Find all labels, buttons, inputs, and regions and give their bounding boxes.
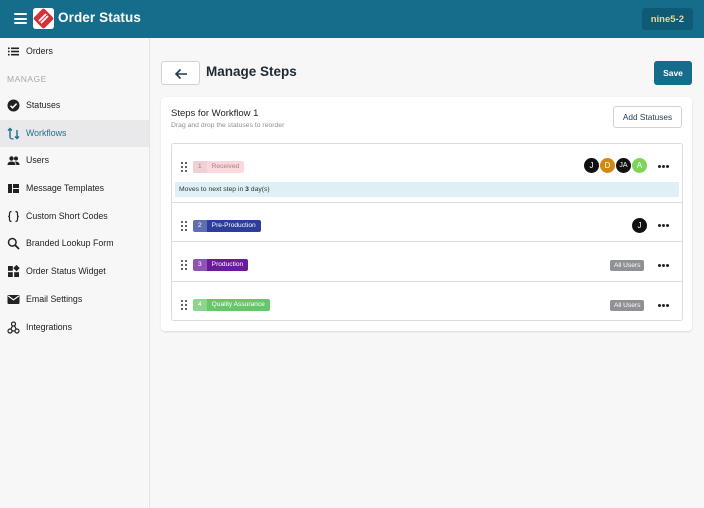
- info-suffix: day(s): [248, 186, 270, 193]
- menu-icon[interactable]: [14, 13, 27, 24]
- sidebar-item-statuses[interactable]: Statuses: [0, 92, 149, 119]
- sidebar-item-custom-short-codes[interactable]: Custom Short Codes: [0, 203, 149, 230]
- sidebar-item-label: Branded Lookup Form: [26, 238, 114, 248]
- status-name: Quality Assurance: [211, 301, 265, 308]
- top-app-bar: Order Status nine5-2: [0, 0, 704, 38]
- status-name: Production: [211, 261, 244, 268]
- back-button[interactable]: [161, 61, 200, 85]
- avatar[interactable]: JA: [616, 158, 631, 173]
- sidebar-item-label: Orders: [26, 46, 53, 56]
- status-number: 1: [193, 161, 207, 173]
- steps-list: 1 Received J D JA A Moves to next step i…: [171, 143, 683, 321]
- sidebar-item-message-templates[interactable]: Message Templates: [0, 175, 149, 202]
- all-users-badge: All Users: [610, 260, 645, 271]
- search-icon: [7, 237, 20, 250]
- sidebar-item-label: Integrations: [26, 322, 72, 332]
- all-users-badge: All Users: [610, 300, 645, 311]
- sidebar-item-branded-lookup-form[interactable]: Branded Lookup Form: [0, 230, 149, 257]
- template-icon: [8, 184, 19, 193]
- arrow-left-icon: [174, 68, 187, 80]
- page-title: Manage Steps: [206, 64, 297, 79]
- status-name: Received: [211, 163, 240, 170]
- save-button[interactable]: Save: [654, 61, 692, 85]
- sidebar-item-order-status-widget[interactable]: Order Status Widget: [0, 258, 149, 285]
- step-row-production[interactable]: 3 Production All Users: [172, 242, 682, 282]
- more-options-icon[interactable]: [658, 264, 669, 268]
- status-badge: 2 Pre-Production: [193, 220, 261, 232]
- card-subtitle: Drag and drop the statuses to reorder: [171, 122, 285, 129]
- avatar[interactable]: J: [632, 218, 647, 233]
- add-statuses-button[interactable]: Add Statuses: [613, 106, 682, 128]
- list-icon: [8, 47, 19, 56]
- sidebar-item-label: Email Settings: [26, 294, 83, 304]
- sidebar-item-integrations[interactable]: Integrations: [0, 314, 149, 341]
- step-row-received[interactable]: 1 Received J D JA A Moves to next step i…: [172, 144, 682, 203]
- status-name: Pre-Production: [211, 222, 256, 229]
- app-title: Order Status: [58, 10, 141, 25]
- app-logo: [33, 8, 54, 29]
- status-number: 2: [193, 220, 207, 232]
- integrations-icon: [7, 321, 20, 334]
- check-circle-icon: [7, 99, 20, 112]
- status-number: 3: [193, 259, 207, 271]
- info-prefix: Moves to next step in: [179, 186, 246, 193]
- status-badge: 4 Quality Assurance: [193, 299, 270, 311]
- more-options-icon[interactable]: [658, 304, 669, 308]
- section-label-manage: MANAGE: [7, 74, 47, 84]
- sidebar-item-label: Message Templates: [26, 183, 105, 193]
- sidebar-item-label: Workflows: [26, 128, 67, 138]
- drag-handle-icon[interactable]: [181, 221, 188, 231]
- account-button[interactable]: nine5-2: [641, 8, 693, 30]
- sidebar-item-orders[interactable]: Orders: [0, 38, 149, 65]
- sidebar-item-workflows[interactable]: Workflows: [0, 120, 149, 147]
- workflow-icon: [7, 127, 20, 140]
- more-options-icon[interactable]: [658, 165, 669, 169]
- status-badge: 3 Production: [193, 259, 249, 271]
- avatar[interactable]: A: [632, 158, 647, 173]
- widget-icon: [8, 265, 20, 277]
- card-title: Steps for Workflow 1: [171, 108, 259, 119]
- step-row-quality-assurance[interactable]: 4 Quality Assurance All Users: [172, 282, 682, 321]
- step-row-pre-production[interactable]: 2 Pre-Production J: [172, 203, 682, 242]
- mail-icon: [7, 295, 20, 304]
- avatar[interactable]: D: [600, 158, 615, 173]
- status-number: 4: [193, 299, 207, 311]
- sidebar-item-users[interactable]: Users: [0, 147, 149, 174]
- sidebar-item-email-settings[interactable]: Email Settings: [0, 286, 149, 313]
- sidebar-item-label: Statuses: [26, 100, 61, 110]
- more-options-icon[interactable]: [658, 224, 669, 228]
- step-delay-info: Moves to next step in 3 day(s): [175, 182, 679, 197]
- sidebar: Orders MANAGE Statuses Workflows Users M…: [0, 38, 150, 508]
- sidebar-item-label: Custom Short Codes: [26, 211, 108, 221]
- braces-icon: [8, 210, 19, 223]
- users-icon: [7, 156, 20, 165]
- drag-handle-icon[interactable]: [181, 162, 188, 172]
- status-badge: 1 Received: [193, 161, 245, 173]
- sidebar-item-label: Order Status Widget: [26, 266, 106, 276]
- sidebar-item-label: Users: [26, 155, 49, 165]
- avatar[interactable]: J: [584, 158, 599, 173]
- drag-handle-icon[interactable]: [181, 300, 188, 310]
- drag-handle-icon[interactable]: [181, 260, 188, 270]
